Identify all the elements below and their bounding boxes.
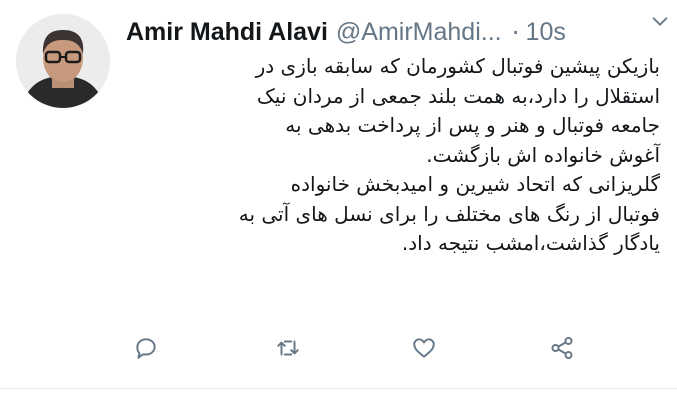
tweet-text-line: آغوش خانواده اش بازگشت. — [426, 142, 660, 167]
like-button[interactable] — [406, 330, 442, 366]
author-handle[interactable]: @AmirMahdi... — [336, 18, 502, 47]
retweet-icon — [277, 340, 299, 356]
avatar[interactable] — [16, 14, 110, 108]
tweet-actions — [120, 330, 590, 366]
share-icon — [551, 336, 573, 360]
tweet-text-line: گلریزانی که اتحاد شیرین و امیدبخش خانواد… — [290, 172, 660, 196]
tweet-text-line: یادگار گذاشت،امشب نتیجه داد. — [401, 231, 660, 255]
tweet: Amir Mahdi Alavi @AmirMahdi... · 10s باز… — [0, 0, 677, 409]
share-button[interactable] — [544, 330, 580, 366]
tweet-text-line: بازیکن پیشین فوتبال کشورمان که سابقه باز… — [255, 54, 660, 78]
timestamp[interactable]: 10s — [526, 18, 566, 47]
tweet-text-line: استقلال را دارد،به همت بلند جمعی از مردا… — [256, 83, 660, 108]
reply-icon — [136, 338, 156, 359]
divider — [0, 388, 677, 389]
avatar-image — [16, 14, 110, 108]
tweet-text-line: فوتبال از رنگ های مختلف را برای نسل های … — [238, 201, 660, 226]
tweet-header: Amir Mahdi Alavi @AmirMahdi... · 10s — [126, 12, 667, 52]
author-name[interactable]: Amir Mahdi Alavi — [126, 18, 328, 47]
tweet-text-line: جامعه فوتبال و هنر و پس از پرداخت بدهی ب… — [285, 113, 660, 137]
tweet-text: بازیکن پیشین فوتبال کشورمان که سابقه باز… — [140, 52, 660, 259]
separator-dot: · — [511, 17, 520, 47]
chevron-down-icon[interactable] — [649, 10, 671, 32]
heart-icon — [413, 338, 435, 358]
reply-button[interactable] — [128, 330, 164, 366]
retweet-button[interactable] — [270, 330, 306, 366]
